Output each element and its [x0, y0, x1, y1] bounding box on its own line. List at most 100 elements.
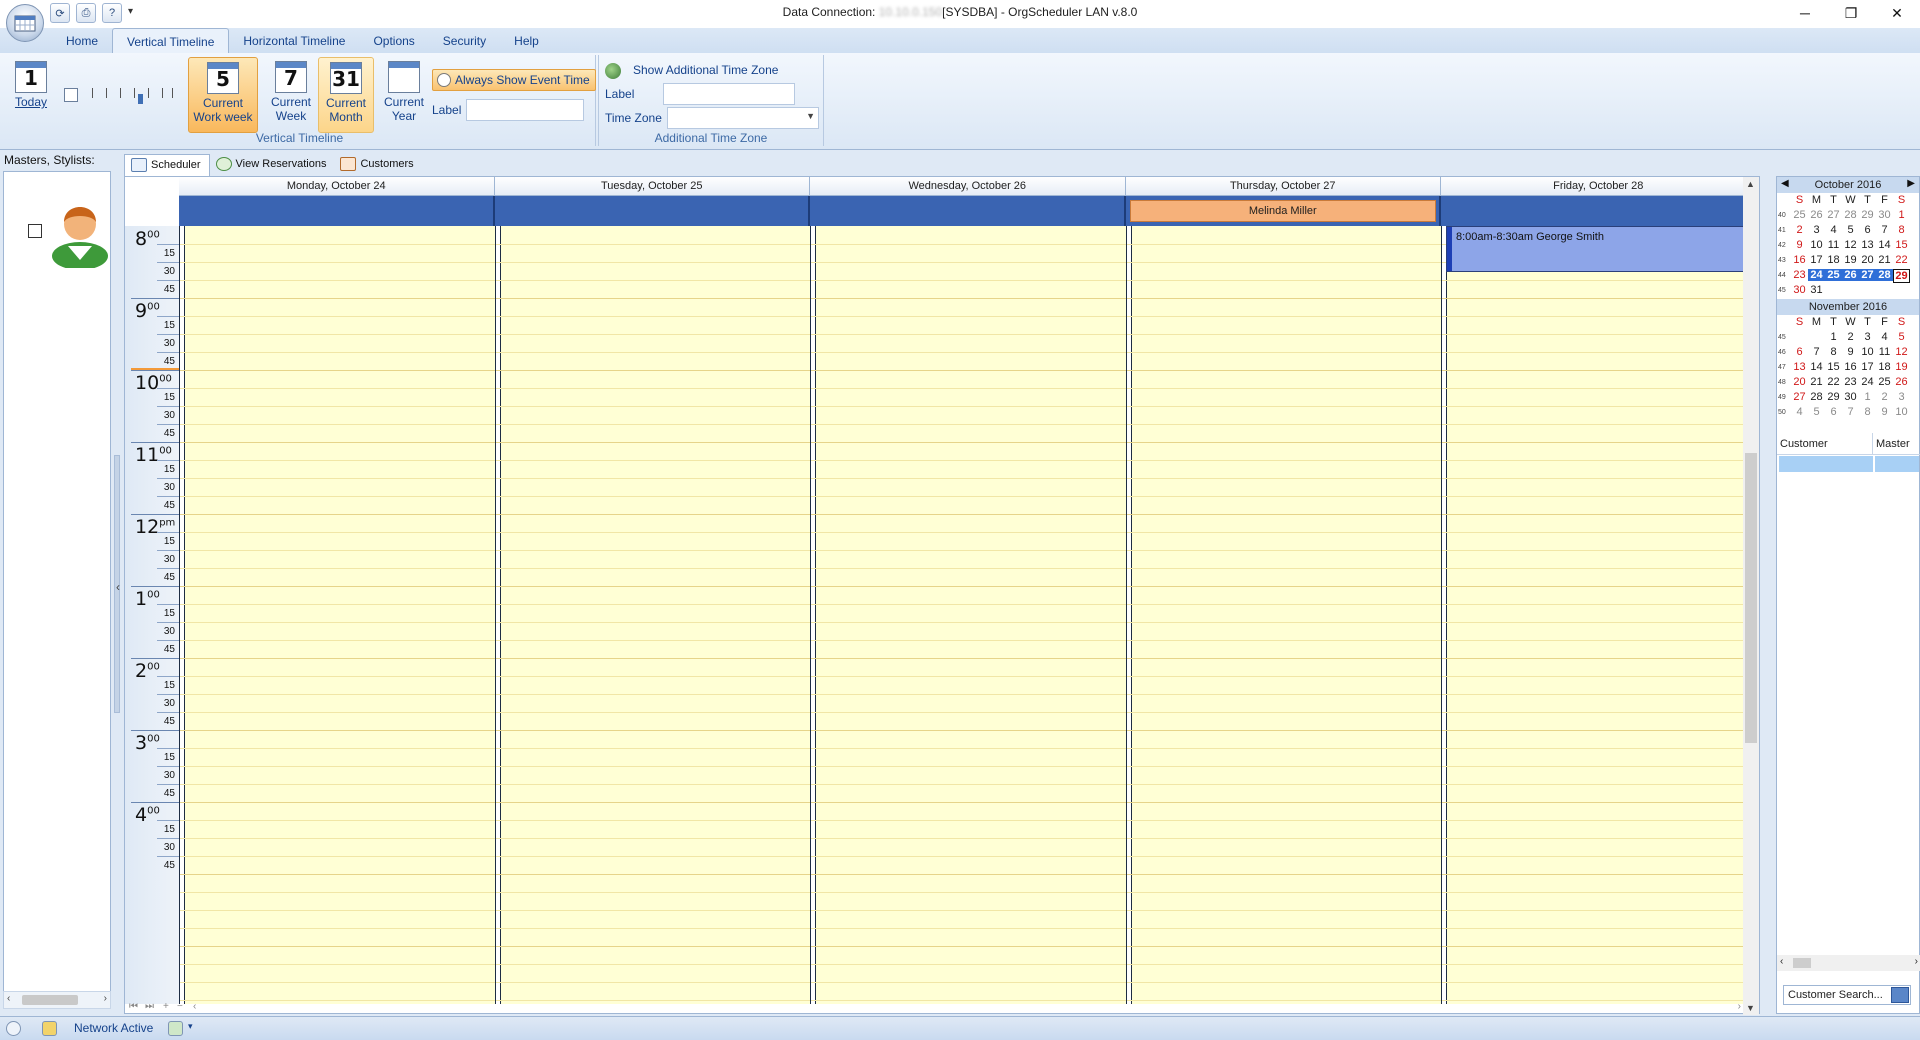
day-cell[interactable]: 5 [1842, 224, 1859, 236]
day-cell[interactable]: 30 [1842, 391, 1859, 403]
day-cell[interactable]: 22 [1893, 254, 1910, 266]
day-cell[interactable]: 26 [1842, 269, 1859, 281]
day-cell[interactable]: 27 [1859, 269, 1876, 281]
tab-home[interactable]: Home [52, 28, 112, 53]
day-cell[interactable]: 19 [1842, 254, 1859, 266]
day-cell[interactable]: 31 [1808, 284, 1825, 296]
status-dropdown-icon[interactable]: ▾ [188, 1021, 193, 1032]
day-cell[interactable]: 26 [1893, 376, 1910, 388]
day-cell[interactable]: 2 [1842, 331, 1859, 343]
day-cell[interactable]: 7 [1808, 346, 1825, 358]
customer-grid-scroll-thumb[interactable] [1793, 958, 1811, 968]
scroll-right-icon[interactable]: › [1738, 1001, 1741, 1012]
day-cell[interactable]: 23 [1791, 269, 1808, 281]
day-cell[interactable]: 28 [1808, 391, 1825, 403]
day-cell[interactable]: 30 [1791, 284, 1808, 296]
day-cell[interactable]: 17 [1808, 254, 1825, 266]
day-cell[interactable]: 10 [1859, 346, 1876, 358]
day-cell[interactable]: 27 [1791, 391, 1808, 403]
day-cell[interactable]: 4 [1825, 224, 1842, 236]
add-resource-icon[interactable]: + [163, 1001, 169, 1012]
scheduler-scroll-thumb[interactable] [1745, 453, 1757, 743]
day-header[interactable]: Thursday, October 27 [1125, 177, 1441, 196]
always-show-event-time-button[interactable]: Always Show Event Time [432, 69, 596, 91]
day-cell[interactable]: 4 [1876, 331, 1893, 343]
previous-month-icon[interactable]: ◀ [1781, 178, 1789, 189]
restore-button[interactable]: ❐ [1828, 0, 1874, 26]
day-cell[interactable]: 3 [1808, 224, 1825, 236]
day-cell[interactable]: 12 [1842, 239, 1859, 251]
day-cell[interactable]: 25 [1791, 209, 1808, 221]
day-column[interactable] [810, 226, 1126, 1004]
tab-help[interactable]: Help [500, 28, 553, 53]
day-column[interactable] [179, 226, 495, 1004]
day-cell[interactable]: 25 [1825, 269, 1842, 281]
day-cell[interactable]: 13 [1791, 361, 1808, 373]
tab-customers[interactable]: Customers [334, 154, 421, 176]
all-day-cell[interactable] [179, 196, 495, 226]
day-cell[interactable]: 15 [1893, 239, 1910, 251]
day-cell[interactable]: 9 [1842, 346, 1859, 358]
remove-resource-icon[interactable]: − [177, 1001, 183, 1012]
day-cell[interactable]: 24 [1859, 376, 1876, 388]
next-month-icon[interactable]: ▶ [1907, 178, 1915, 189]
customer-column-header[interactable]: Customer [1777, 433, 1873, 455]
day-cell[interactable]: 22 [1825, 376, 1842, 388]
day-cell[interactable]: 10 [1808, 239, 1825, 251]
day-cell[interactable]: 21 [1876, 254, 1893, 266]
minimize-button[interactable]: ─ [1782, 0, 1828, 26]
current-month-button[interactable]: 31 Current Month [318, 57, 374, 133]
scroll-right-icon[interactable]: › [104, 993, 107, 1004]
day-header[interactable]: Tuesday, October 25 [494, 177, 810, 196]
masters-horizontal-scrollbar[interactable]: ‹ › [3, 991, 111, 1009]
day-cell[interactable]: 28 [1876, 269, 1893, 281]
close-button[interactable]: ✕ [1874, 0, 1920, 26]
all-day-cell[interactable] [810, 196, 1126, 226]
day-column[interactable] [1125, 226, 1441, 1004]
day-column[interactable]: 8:00am-8:30am George Smith [1441, 226, 1757, 1004]
day-cell[interactable]: 3 [1893, 391, 1910, 403]
day-cell[interactable]: 18 [1876, 361, 1893, 373]
day-cell[interactable]: 3 [1859, 331, 1876, 343]
day-cell[interactable]: 30 [1876, 209, 1893, 221]
scheduler-vertical-scrollbar[interactable]: ▲ ▼ [1743, 177, 1759, 1015]
day-cell[interactable]: 24 [1808, 269, 1825, 281]
tab-security[interactable]: Security [429, 28, 500, 53]
day-cell[interactable]: 1 [1825, 331, 1842, 343]
tab-horizontal-timeline[interactable]: Horizontal Timeline [229, 28, 359, 53]
day-header[interactable]: Wednesday, October 26 [810, 177, 1126, 196]
today-button[interactable]: 1 Today [6, 57, 56, 131]
day-cell[interactable]: 8 [1825, 346, 1842, 358]
day-cell[interactable]: 20 [1859, 254, 1876, 266]
scroll-left-icon[interactable]: ‹ [7, 993, 10, 1004]
master-cell[interactable] [1875, 456, 1919, 472]
day-cell[interactable]: 4 [1791, 406, 1808, 418]
day-cell[interactable]: 14 [1808, 361, 1825, 373]
master-column-header[interactable]: Master [1873, 433, 1920, 455]
tab-vertical-timeline[interactable]: Vertical Timeline [112, 28, 230, 53]
scroll-left-icon[interactable]: ‹ [193, 1001, 196, 1012]
day-cell[interactable]: 2 [1791, 224, 1808, 236]
day-cell[interactable]: 29 [1825, 391, 1842, 403]
all-day-cell[interactable] [1441, 196, 1757, 226]
day-cell[interactable]: 11 [1876, 346, 1893, 358]
day-cell[interactable]: 17 [1859, 361, 1876, 373]
day-column[interactable] [494, 226, 810, 1004]
day-cell[interactable]: 13 [1859, 239, 1876, 251]
all-day-event[interactable]: Melinda Miller [1129, 200, 1436, 222]
app-menu-button[interactable] [6, 4, 44, 42]
time-scale-slider[interactable] [92, 88, 174, 104]
lock-icon[interactable] [42, 1021, 57, 1036]
master-avatar-icon[interactable] [48, 194, 112, 268]
day-cell[interactable]: 1 [1893, 209, 1910, 221]
day-cell[interactable]: 29 [1859, 209, 1876, 221]
first-resource-icon[interactable]: ⏮ [129, 1001, 138, 1012]
connection-icon[interactable] [6, 1021, 21, 1036]
day-cell[interactable]: 23 [1842, 376, 1859, 388]
day-cell[interactable]: 9 [1791, 239, 1808, 251]
day-cell[interactable]: 12 [1893, 346, 1910, 358]
day-cell[interactable]: 1 [1859, 391, 1876, 403]
day-cell[interactable]: 21 [1808, 376, 1825, 388]
label-input[interactable] [466, 99, 584, 121]
binoculars-icon[interactable] [1891, 987, 1909, 1003]
